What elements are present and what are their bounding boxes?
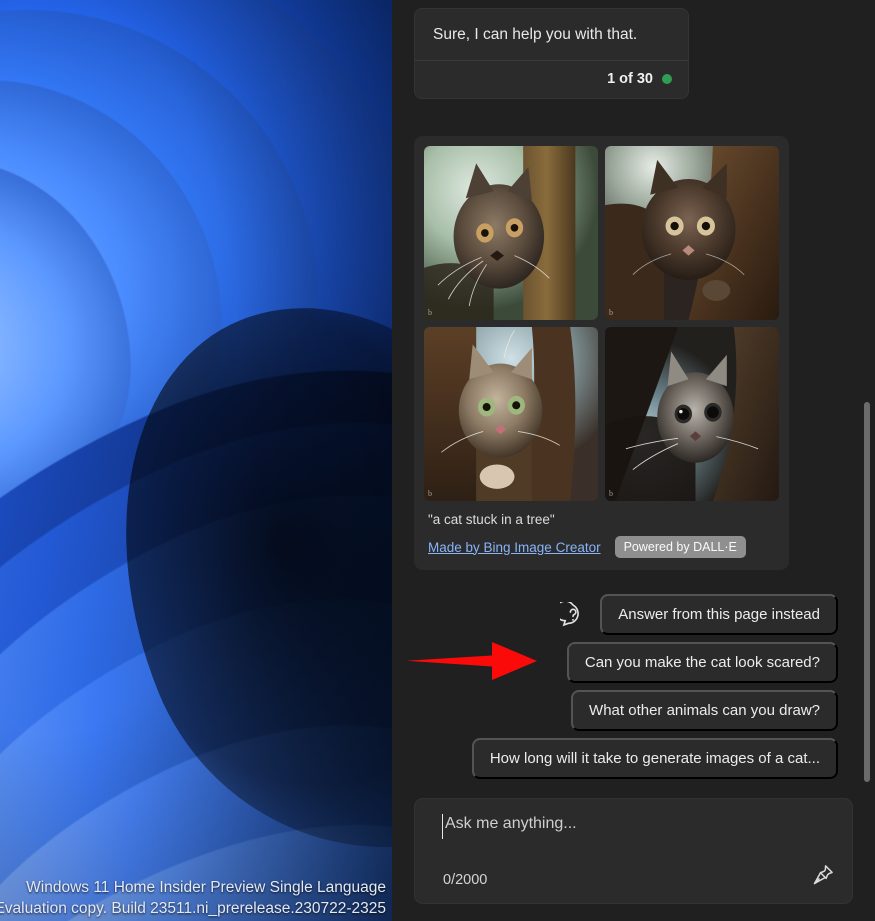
image-watermark-2: b [609,308,613,317]
panel-scrollbar-track[interactable] [861,0,873,921]
suggestion-row-0: Answer from this page instead [392,594,875,635]
turn-counter: 1 of 30 [607,71,653,87]
text-caret [442,814,443,839]
image-watermark-1: b [428,308,432,317]
suggestion-row-1: Can you make the cat look scared? [392,642,875,683]
chat-composer[interactable]: Ask me anything... 0/2000 [414,798,853,904]
pin-icon[interactable] [810,862,836,893]
image-grid: b [424,146,779,501]
cat-image-1-art [424,146,598,320]
status-dot-icon [662,74,672,84]
suggestion-chip-other-animals[interactable]: What other animals can you draw? [571,690,838,731]
suggestion-chips: Answer from this page instead Can you ma… [392,594,875,786]
image-watermark-4: b [609,489,613,498]
image-watermark-3: b [428,489,432,498]
suggestion-chip-how-long[interactable]: How long will it take to generate images… [472,738,838,779]
watermark-line-1: Windows 11 Home Insider Preview Single L… [0,877,386,898]
composer-placeholder[interactable]: Ask me anything... [445,815,577,833]
screen: Windows 11 Home Insider Preview Single L… [0,0,875,921]
cat-image-3-art [424,327,598,501]
watermark-line-2: Evaluation copy. Build 23511.ni_prerelea… [0,898,386,919]
suggestion-chip-answer-from-page[interactable]: Answer from this page instead [600,594,838,635]
panel-scrollbar-thumb[interactable] [864,402,870,782]
suggestion-chip-make-cat-scared[interactable]: Can you make the cat look scared? [567,642,838,683]
image-results-card: b [414,136,789,570]
generated-image-3[interactable]: b [424,327,598,501]
image-prompt-caption: "a cat stuck in a tree" [428,512,777,527]
question-bubble-icon [560,602,586,628]
bing-image-creator-link[interactable]: Made by Bing Image Creator [428,540,601,555]
bing-chat-panel: Sure, I can help you with that. 1 of 30 [392,0,875,921]
assistant-message-text: Sure, I can help you with that. [415,9,688,60]
cat-image-2-art [605,146,779,320]
character-counter: 0/2000 [443,872,487,888]
desktop-wallpaper: Windows 11 Home Insider Preview Single L… [0,0,392,921]
image-meta-row: Made by Bing Image Creator Powered by DA… [428,536,777,558]
message-footer: 1 of 30 [415,61,688,98]
generated-image-4[interactable]: b [605,327,779,501]
dalle-badge: Powered by DALL·E [615,536,746,558]
cat-image-4-art [605,327,779,501]
assistant-message-card: Sure, I can help you with that. 1 of 30 [414,8,689,99]
suggestion-row-3: How long will it take to generate images… [392,738,875,779]
generated-image-1[interactable]: b [424,146,598,320]
wallpaper-vignette [0,0,392,921]
generated-image-2[interactable]: b [605,146,779,320]
windows-evaluation-watermark: Windows 11 Home Insider Preview Single L… [0,877,386,919]
suggestion-row-2: What other animals can you draw? [392,690,875,731]
